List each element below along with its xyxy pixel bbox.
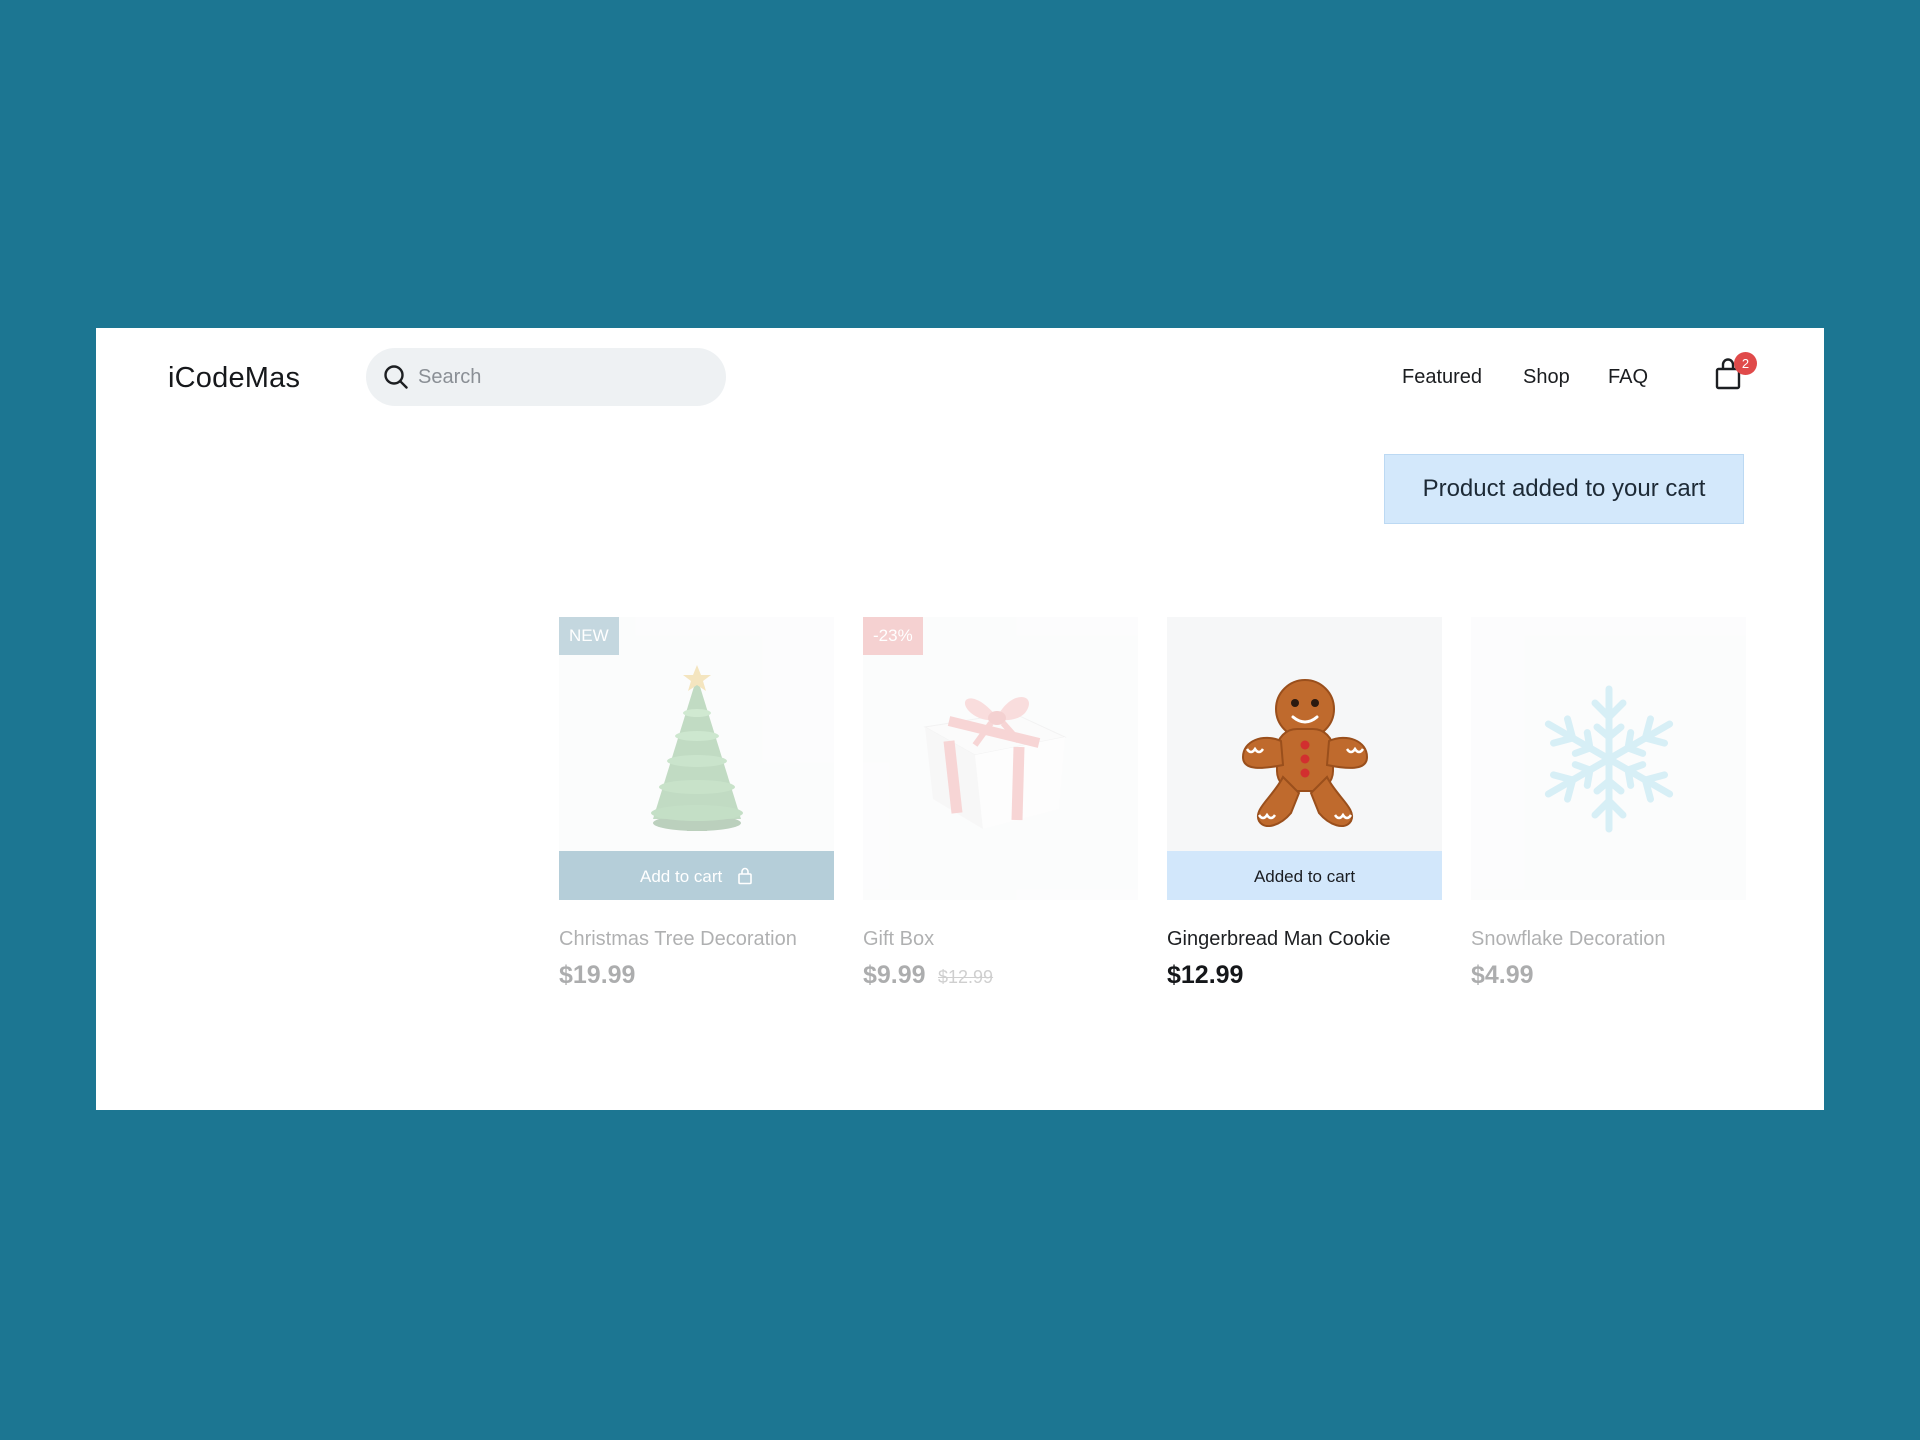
gift-box-icon — [923, 696, 1067, 829]
search-bar[interactable] — [366, 348, 726, 406]
nav-faq[interactable]: FAQ — [1608, 362, 1648, 392]
product-price: $12.99 — [1167, 961, 1244, 989]
cart-button[interactable]: 2 — [1712, 352, 1757, 396]
discount-badge: -23% — [863, 617, 923, 655]
price-row: $12.99 — [1167, 958, 1243, 992]
add-to-cart-label: Add to cart — [640, 867, 723, 886]
product-name[interactable]: Christmas Tree Decoration — [559, 926, 849, 952]
shop-window: iCodeMas Featured Shop FAQ 2 Product add… — [96, 328, 1824, 1110]
nav-shop[interactable]: Shop — [1523, 362, 1570, 392]
site-logo[interactable]: iCodeMas — [168, 358, 300, 398]
price-row: $4.99 — [1471, 958, 1534, 992]
search-input[interactable] — [418, 348, 708, 406]
new-badge: NEW — [559, 617, 619, 655]
product-image[interactable] — [863, 617, 1138, 900]
product-price: $19.99 — [559, 961, 636, 989]
added-to-cart-button[interactable]: Added to cart — [1167, 851, 1442, 900]
product-name[interactable]: Snowflake Decoration — [1471, 926, 1761, 952]
cart-count-badge: 2 — [1734, 352, 1757, 375]
price-row: $19.99 — [559, 958, 635, 992]
product-name[interactable]: Gift Box — [863, 926, 1153, 952]
cart-notification: Product added to your cart — [1384, 454, 1744, 524]
price-row: $9.99 $12.99 — [863, 958, 993, 992]
product-name[interactable]: Gingerbread Man Cookie — [1167, 926, 1457, 952]
add-to-cart-button[interactable]: Add to cart — [559, 851, 834, 900]
product-price: $4.99 — [1471, 961, 1534, 989]
search-icon — [384, 365, 408, 389]
original-price: $12.99 — [938, 967, 994, 987]
snowflake-icon — [1544, 685, 1674, 833]
product-image[interactable] — [1471, 617, 1746, 900]
product-price: $9.99 — [863, 961, 926, 989]
nav-featured[interactable]: Featured — [1402, 362, 1482, 392]
shopping-bag-icon — [738, 867, 752, 884]
